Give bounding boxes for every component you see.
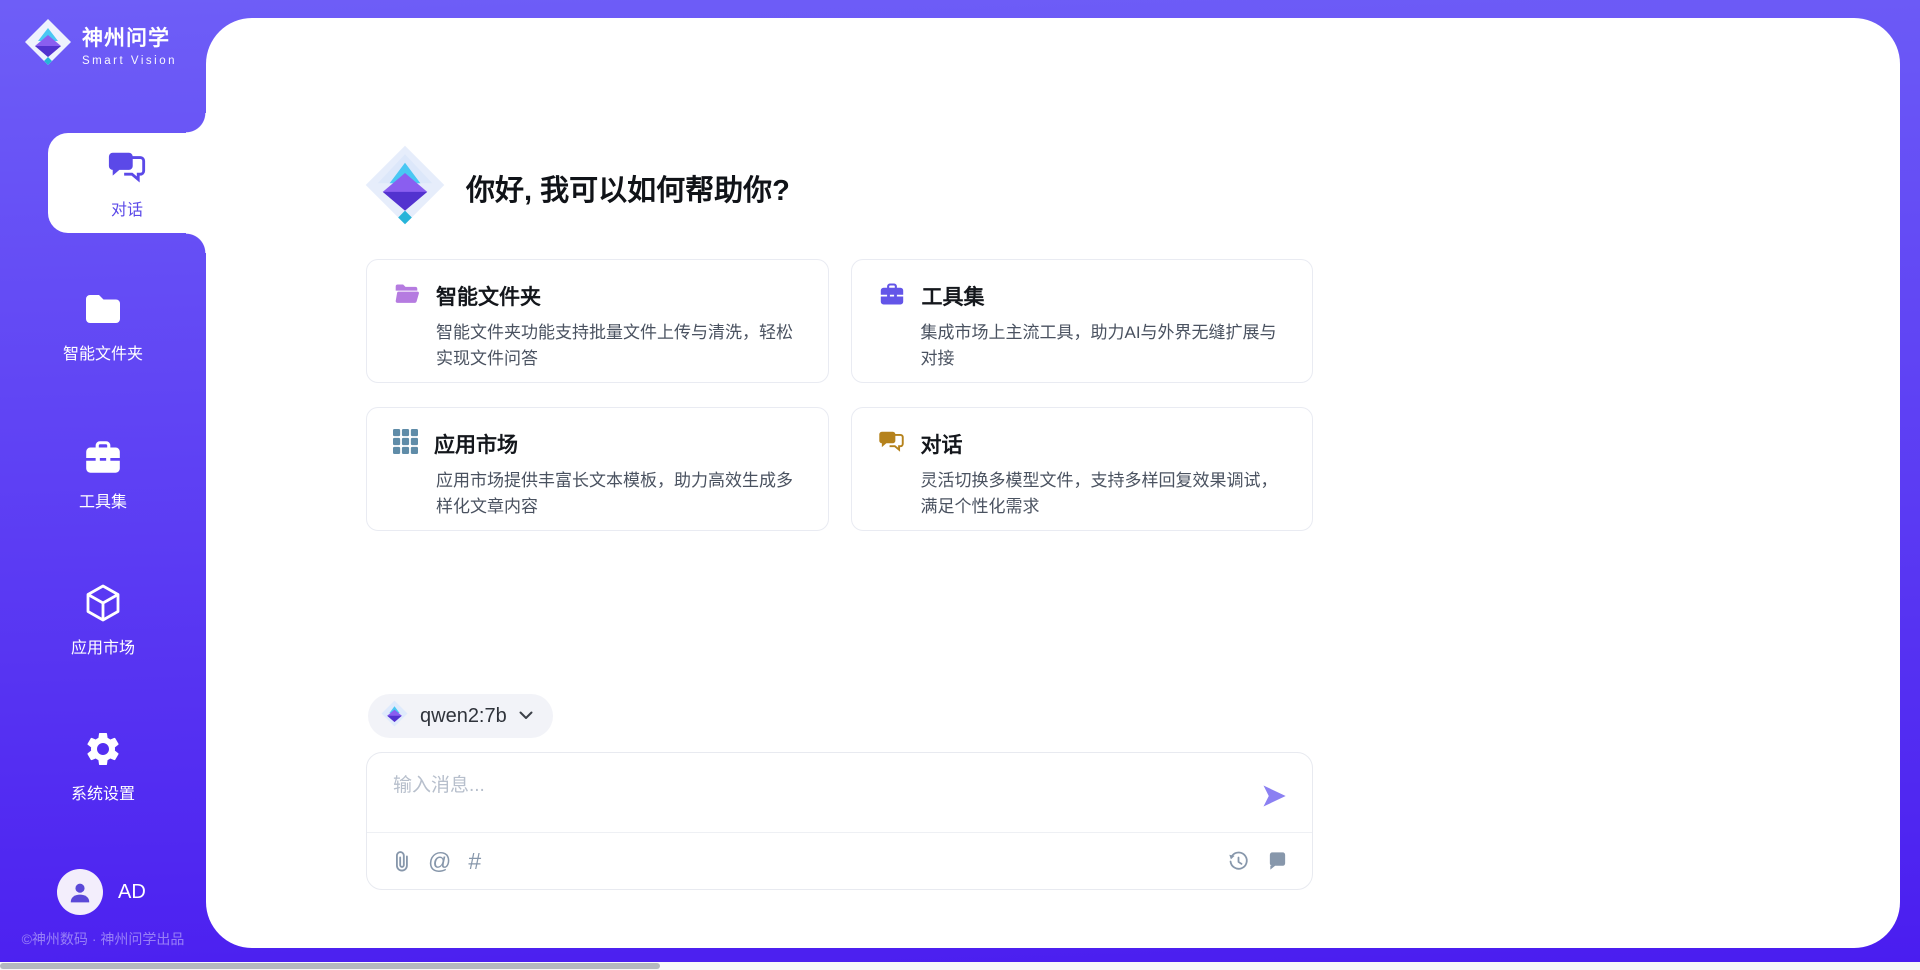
card-smart-folder[interactable]: 智能文件夹 智能文件夹功能支持批量文件上传与清洗，轻松实现文件问答 xyxy=(366,259,829,383)
assistant-logo-icon xyxy=(364,144,446,231)
send-button[interactable] xyxy=(1259,782,1289,812)
tab-fillet-bottom xyxy=(186,233,206,253)
sidebar-item-smart-folder[interactable]: 智能文件夹 xyxy=(0,288,206,364)
card-chat[interactable]: 对话 灵活切换多模型文件，支持多样回复效果调试，满足个性化需求 xyxy=(851,407,1314,531)
brand-logo-icon xyxy=(24,18,72,71)
hash-icon: # xyxy=(468,850,481,873)
paperclip-icon xyxy=(391,849,411,873)
chat-icon xyxy=(878,430,905,459)
copyright-footer: ©神州数码 · 神州问学出品 xyxy=(0,929,206,949)
brand-text: 神州问学 Smart Vision xyxy=(82,22,177,67)
sidebar-item-label: 工具集 xyxy=(79,488,127,512)
history-icon xyxy=(1227,850,1250,873)
card-app-market[interactable]: 应用市场 应用市场提供丰富长文本模板，助力高效生成多样化文章内容 xyxy=(366,407,829,531)
sidebar-item-label: 智能文件夹 xyxy=(63,340,143,364)
brand: 神州问学 Smart Vision xyxy=(24,18,177,71)
at-icon: @ xyxy=(428,850,451,873)
card-description: 集成市场上主流工具，助力AI与外界无缝扩展与对接 xyxy=(921,320,1287,371)
model-logo-icon xyxy=(381,700,408,732)
card-toolset[interactable]: 工具集 集成市场上主流工具，助力AI与外界无缝扩展与对接 xyxy=(851,259,1314,383)
message-composer: @ # xyxy=(366,752,1313,890)
send-icon xyxy=(1260,782,1288,810)
toolbox-icon xyxy=(878,282,906,311)
greeting-row: 你好, 我可以如何帮助你? xyxy=(364,144,790,231)
greeting-title: 你好, 我可以如何帮助你? xyxy=(466,167,790,209)
chevron-down-icon xyxy=(519,707,533,725)
sidebar-item-app-market[interactable]: 应用市场 xyxy=(0,582,206,658)
brand-name: 神州问学 xyxy=(82,22,177,52)
sidebar-item-chat[interactable]: 对话 xyxy=(48,133,206,233)
card-description: 灵活切换多模型文件，支持多样回复效果调试，满足个性化需求 xyxy=(921,468,1287,519)
sidebar-item-label: 应用市场 xyxy=(71,634,135,658)
history-button[interactable] xyxy=(1227,850,1250,873)
app-window: 神州问学 Smart Vision 对话 智能文件夹 xyxy=(0,0,1920,970)
sidebar-item-settings[interactable]: 系统设置 xyxy=(0,728,206,804)
card-title: 应用市场 xyxy=(434,429,518,459)
card-title: 工具集 xyxy=(922,281,985,311)
user-initials: AD xyxy=(118,881,146,904)
sidebar-item-toolset[interactable]: 工具集 xyxy=(0,436,206,512)
grid-icon xyxy=(393,429,418,459)
chat-bubble-icon xyxy=(1267,851,1288,872)
message-input[interactable] xyxy=(393,770,1243,820)
sidebar-item-label: 系统设置 xyxy=(71,780,135,804)
sidebar: 神州问学 Smart Vision 对话 智能文件夹 xyxy=(0,0,206,962)
card-description: 智能文件夹功能支持批量文件上传与清洗，轻松实现文件问答 xyxy=(436,320,802,371)
toolbox-icon xyxy=(82,436,124,478)
folder-icon xyxy=(82,288,124,330)
horizontal-scrollbar xyxy=(0,962,1920,970)
user-account[interactable]: AD xyxy=(57,869,146,915)
chat-icon xyxy=(107,147,147,189)
folder-open-icon xyxy=(393,282,420,311)
tab-fillet-top xyxy=(186,113,206,133)
avatar xyxy=(57,869,103,915)
shortcut-cards: 智能文件夹 智能文件夹功能支持批量文件上传与清洗，轻松实现文件问答 工具集 集成… xyxy=(366,259,1313,531)
card-title: 智能文件夹 xyxy=(436,281,541,311)
cube-icon xyxy=(83,582,123,624)
model-name: qwen2:7b xyxy=(420,705,507,728)
model-selector[interactable]: qwen2:7b xyxy=(368,694,553,738)
hash-tag-button[interactable]: # xyxy=(468,850,481,873)
new-chat-button[interactable] xyxy=(1267,851,1288,872)
sidebar-item-label: 对话 xyxy=(111,196,143,220)
gear-icon xyxy=(83,728,123,770)
card-title: 对话 xyxy=(921,429,963,459)
at-mention-button[interactable]: @ xyxy=(428,850,451,873)
attach-file-button[interactable] xyxy=(391,849,411,873)
horizontal-scrollbar-thumb[interactable] xyxy=(0,963,660,969)
brand-subtitle: Smart Vision xyxy=(82,55,177,67)
composer-toolbar: @ # xyxy=(367,833,1312,889)
card-description: 应用市场提供丰富长文本模板，助力高效生成多样化文章内容 xyxy=(436,468,802,519)
